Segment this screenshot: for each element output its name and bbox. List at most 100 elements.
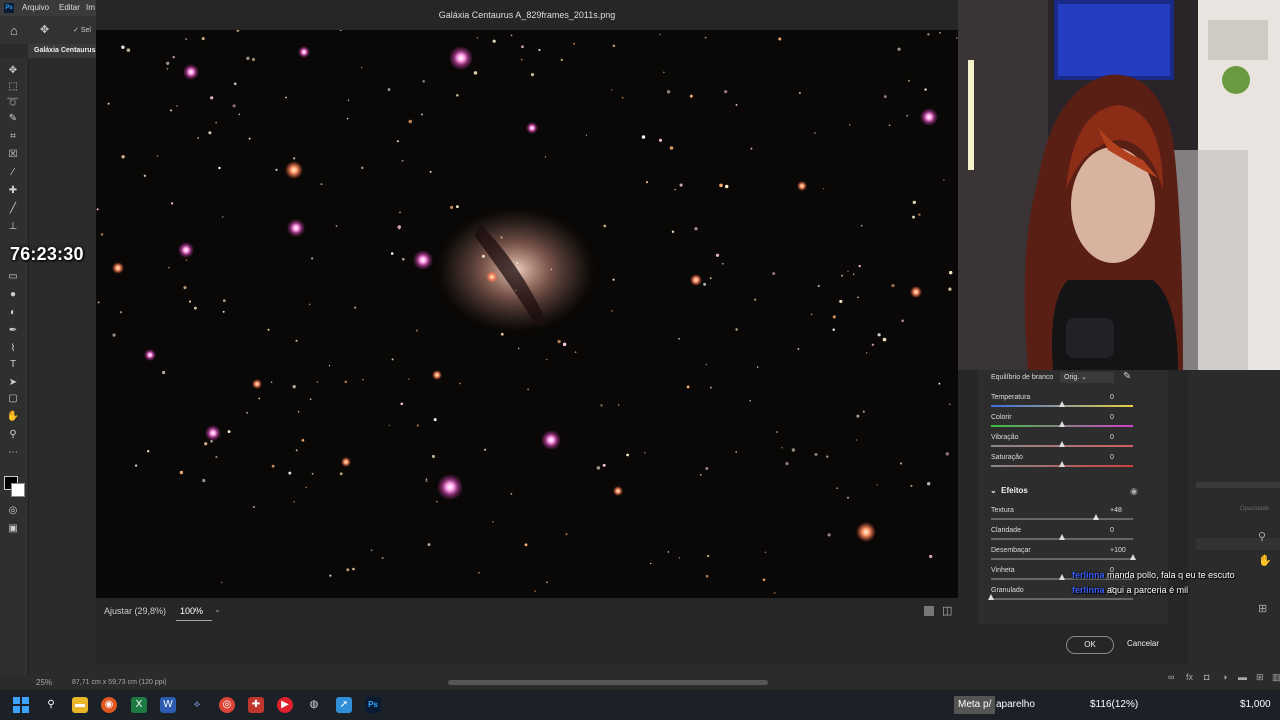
adjustment-icon[interactable]: ◑ bbox=[1222, 672, 1227, 682]
quick-mask-icon[interactable]: ◎ bbox=[6, 504, 20, 518]
eyedropper-tool-icon[interactable]: ⁄ bbox=[6, 166, 20, 180]
screen-mode-icon[interactable]: ▣ bbox=[6, 522, 20, 536]
white-balance-select[interactable]: Orig. ⌄ bbox=[1060, 372, 1114, 383]
document-tab[interactable]: Galáxia Centaurus bbox=[28, 44, 96, 58]
slider-track[interactable] bbox=[991, 518, 1133, 520]
color-swatches[interactable] bbox=[4, 476, 25, 497]
type-tool-icon[interactable]: T bbox=[6, 358, 20, 372]
chevron-down-icon[interactable]: ⌄ bbox=[214, 605, 221, 614]
quick-select-tool-icon[interactable]: ✎ bbox=[6, 112, 20, 126]
slider-track[interactable] bbox=[991, 598, 1133, 600]
healing-tool-icon[interactable]: ✚ bbox=[6, 184, 20, 198]
grid-icon[interactable]: ⊞ bbox=[1258, 602, 1267, 615]
lasso-tool-icon[interactable]: ➰ bbox=[6, 96, 20, 110]
slider-thumb[interactable] bbox=[1059, 421, 1065, 427]
slider-thumb[interactable] bbox=[1059, 441, 1065, 447]
marquee-tool-icon[interactable]: ⬚ bbox=[6, 80, 20, 94]
new-layer-icon[interactable]: ⊞ bbox=[1256, 672, 1264, 683]
slider-value[interactable]: +48 bbox=[1110, 507, 1122, 514]
move-icon[interactable]: ✥ bbox=[40, 23, 49, 36]
slider-track[interactable] bbox=[991, 558, 1133, 560]
zoom-icon[interactable]: ⚲ bbox=[1258, 530, 1266, 543]
star bbox=[121, 155, 125, 159]
trash-icon[interactable]: ▥ bbox=[1272, 672, 1280, 683]
slider-thumb[interactable] bbox=[1059, 461, 1065, 467]
photoshop-taskbar-icon[interactable]: Ps bbox=[365, 697, 381, 713]
home-icon[interactable]: ⌂ bbox=[10, 23, 18, 38]
search-icon[interactable]: ⚲ bbox=[43, 697, 59, 713]
eye-icon[interactable]: ◉ bbox=[1130, 486, 1138, 497]
path-select-tool-icon[interactable]: ➤ bbox=[6, 376, 20, 390]
mask-icon[interactable]: ◘ bbox=[1204, 672, 1209, 682]
record-icon[interactable]: ▶ bbox=[277, 697, 293, 713]
word-icon[interactable]: W bbox=[160, 697, 176, 713]
zoom-tool-icon[interactable]: ⚲ bbox=[6, 428, 20, 442]
fit-zoom-label[interactable]: Ajustar (29,8%) bbox=[104, 606, 166, 616]
app-icon[interactable]: ⟡ bbox=[189, 697, 205, 713]
slider-value[interactable]: 0 bbox=[1110, 454, 1114, 461]
dodge-tool-icon[interactable]: ◐ bbox=[6, 306, 20, 320]
auto-select-option[interactable]: ✓ Sel bbox=[73, 26, 91, 34]
ticker-goal: aparelho bbox=[996, 699, 1035, 710]
menu-editar[interactable]: Editar bbox=[59, 3, 80, 12]
chrome-icon[interactable]: ◎ bbox=[219, 697, 235, 713]
blur-tool-icon[interactable]: ● bbox=[6, 288, 20, 302]
launcher-icon[interactable]: ➚ bbox=[336, 697, 352, 713]
compare-view-icon[interactable]: ◫ bbox=[942, 604, 952, 617]
slider-thumb[interactable] bbox=[1130, 554, 1136, 560]
frame-tool-icon[interactable]: ☒ bbox=[6, 148, 20, 162]
more-tools-icon[interactable]: ⋯ bbox=[6, 446, 20, 460]
single-view-icon[interactable] bbox=[924, 606, 934, 616]
star bbox=[232, 104, 236, 108]
slider-thumb[interactable] bbox=[1059, 401, 1065, 407]
star bbox=[396, 140, 399, 143]
hand-icon[interactable]: ✋ bbox=[1258, 554, 1272, 567]
background-color-swatch[interactable] bbox=[11, 483, 25, 497]
vpn-icon[interactable]: ✚ bbox=[248, 697, 264, 713]
file-explorer-icon[interactable]: ▬ bbox=[72, 697, 88, 713]
pen-tool-icon[interactable]: ✒ bbox=[6, 324, 20, 338]
firefox-icon[interactable]: ◉ bbox=[101, 697, 117, 713]
link-icon[interactable]: ∞ bbox=[1168, 672, 1174, 682]
slider-value[interactable]: 0 bbox=[1110, 527, 1114, 534]
brush-tool-icon[interactable]: ╱ bbox=[6, 202, 20, 216]
star bbox=[510, 492, 513, 495]
eyedropper-icon[interactable]: ✎ bbox=[1123, 371, 1131, 382]
slider-thumb[interactable] bbox=[1093, 514, 1100, 520]
obs-icon[interactable]: ◍ bbox=[306, 697, 322, 713]
effects-section-header[interactable]: ⌄ Efeitos bbox=[990, 486, 1028, 495]
menu-imagem[interactable]: Im bbox=[86, 3, 95, 12]
shape-tool-icon[interactable]: ▢ bbox=[6, 392, 20, 406]
move-tool-icon[interactable]: ✥ bbox=[6, 64, 20, 78]
ok-button[interactable]: OK bbox=[1066, 636, 1114, 654]
eraser-tool-icon[interactable]: ▭ bbox=[6, 270, 20, 284]
star bbox=[309, 398, 312, 401]
pen-anchor-tool-icon[interactable]: ⌇ bbox=[6, 342, 20, 356]
status-zoom[interactable]: 25% bbox=[36, 678, 52, 687]
slider-value[interactable]: +100 bbox=[1110, 547, 1126, 554]
star bbox=[891, 283, 895, 288]
layers-panel-background: Opacidade bbox=[1188, 370, 1280, 676]
slider-thumb[interactable] bbox=[1059, 534, 1065, 540]
slider-value[interactable]: 0 bbox=[1110, 434, 1114, 441]
cancel-button[interactable]: Cancelar bbox=[1120, 636, 1166, 652]
image-preview[interactable] bbox=[96, 30, 958, 598]
horizontal-scrollbar[interactable] bbox=[448, 680, 768, 685]
zoom-level[interactable]: 100% bbox=[180, 606, 203, 616]
star bbox=[346, 568, 350, 572]
windows-start-icon[interactable] bbox=[13, 697, 29, 713]
fx-icon[interactable]: fx bbox=[1186, 672, 1193, 682]
menu-arquivo[interactable]: Arquivo bbox=[22, 3, 49, 12]
stamp-tool-icon[interactable]: ⊥ bbox=[6, 220, 20, 234]
excel-icon[interactable]: X bbox=[131, 697, 147, 713]
slider-value[interactable]: 0 bbox=[1110, 414, 1114, 421]
folder-icon[interactable]: ▬ bbox=[1238, 672, 1247, 682]
star bbox=[600, 404, 603, 407]
slider-thumb[interactable] bbox=[1059, 574, 1065, 580]
bright-star bbox=[486, 271, 498, 283]
slider-thumb[interactable] bbox=[988, 594, 994, 600]
crop-tool-icon[interactable]: ⌗ bbox=[6, 130, 20, 144]
hand-tool-icon[interactable]: ✋ bbox=[6, 410, 20, 424]
star bbox=[596, 466, 601, 470]
slider-value[interactable]: 0 bbox=[1110, 394, 1114, 401]
